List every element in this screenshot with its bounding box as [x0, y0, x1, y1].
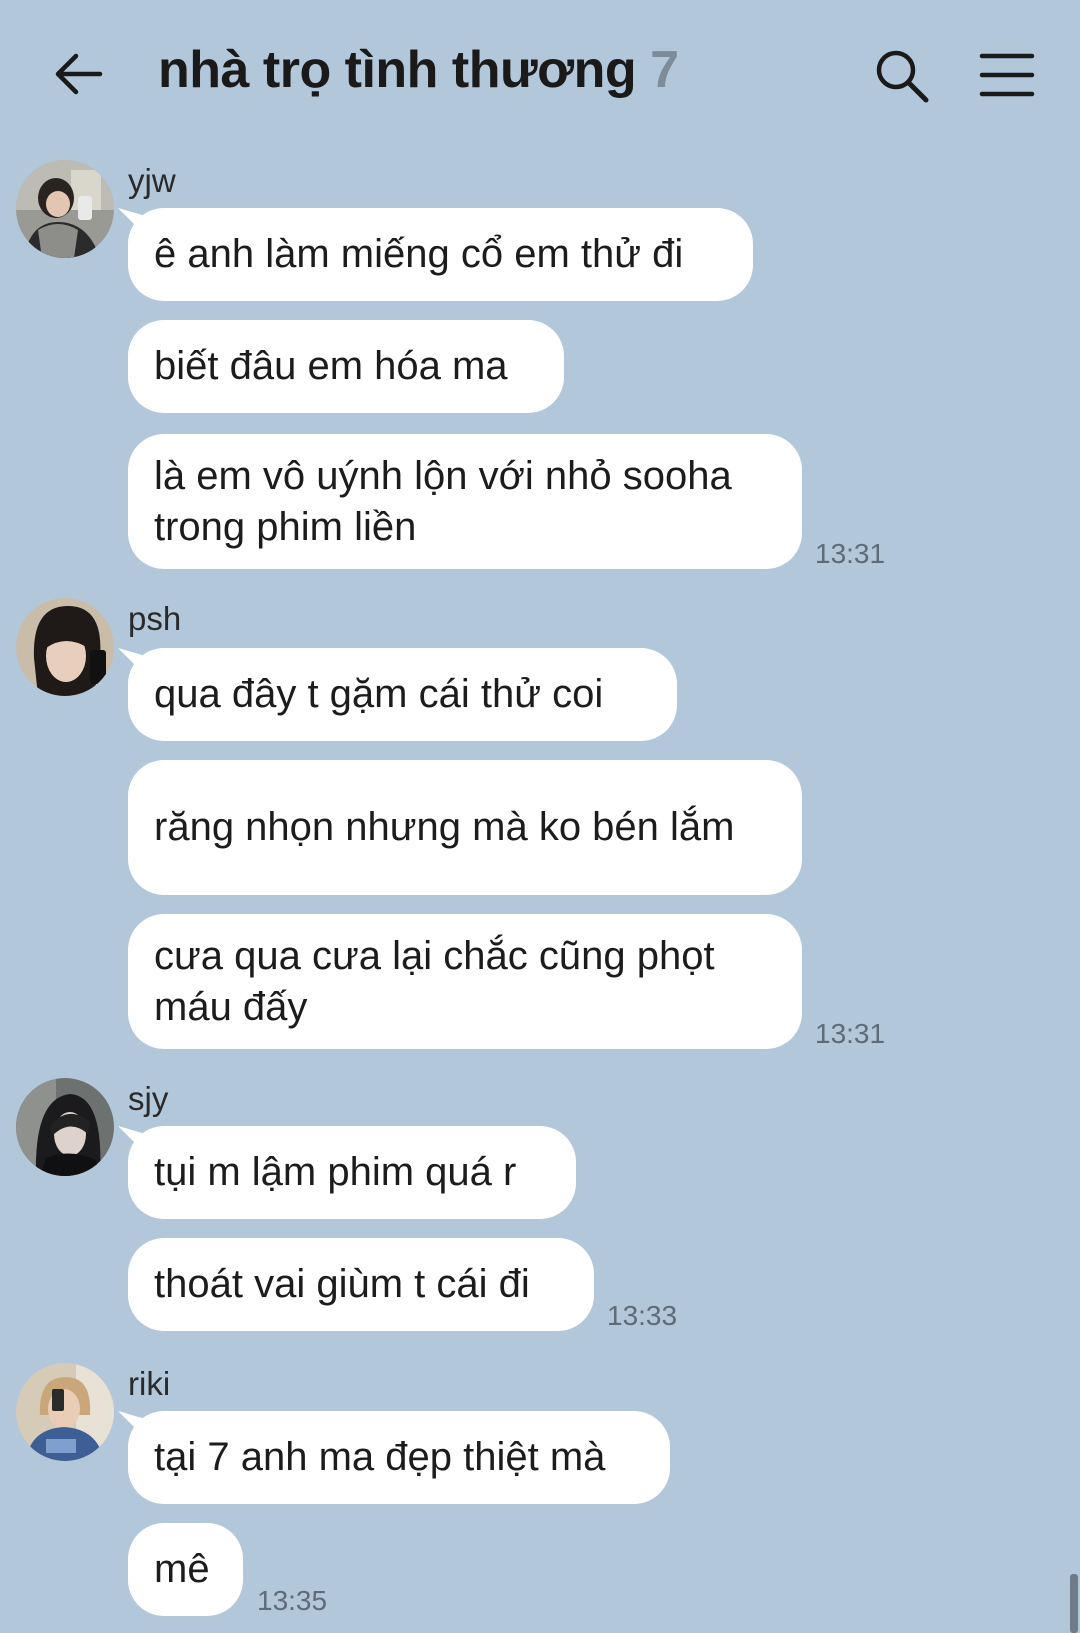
message-timestamp: 13:33 — [607, 1300, 678, 1331]
sender-name: sjy — [128, 1080, 169, 1117]
message-bubble[interactable]: là em vô uýnh lộn với nhỏ sooha trong ph… — [128, 434, 802, 569]
search-icon — [876, 50, 929, 103]
message-text: mê — [154, 1547, 210, 1591]
message-text: tụi m lậm phim quá r — [154, 1150, 517, 1194]
sender-name: yjw — [128, 162, 176, 199]
chat-title: nhà trọ tình thương 7 — [158, 40, 679, 100]
hamburger-menu-icon — [979, 53, 1035, 97]
message-text: cưa qua cưa lại chắc cũng phọt máu đấy — [154, 933, 715, 1029]
message-timestamp: 13:31 — [815, 538, 886, 569]
message-bubble[interactable]: ê anh làm miếng cổ em thử đi — [128, 208, 753, 301]
message-bubble[interactable]: cưa qua cưa lại chắc cũng phọt máu đấy — [128, 914, 802, 1049]
member-count: 7 — [650, 41, 679, 99]
message-timestamp: 13:35 — [257, 1585, 328, 1616]
message-text: qua đây t gặm cái thử coi — [154, 672, 604, 716]
message-bubble[interactable]: thoát vai giùm t cái đi — [128, 1238, 594, 1331]
avatar-sjy[interactable] — [16, 1078, 114, 1176]
message-text: biết đâu em hóa ma — [154, 344, 508, 388]
message-bubble[interactable]: qua đây t gặm cái thử coi — [128, 648, 677, 741]
sender-name: psh — [128, 600, 182, 637]
avatar-yjw[interactable] — [16, 160, 114, 258]
search-button[interactable] — [874, 48, 930, 104]
message-timestamp: 13:31 — [815, 1018, 886, 1049]
arrow-left-icon — [55, 53, 103, 95]
back-button[interactable] — [50, 48, 106, 100]
message-bubble[interactable]: răng nhọn nhưng mà ko bén lắm — [128, 760, 802, 895]
message-bubble[interactable]: biết đâu em hóa ma — [128, 320, 564, 413]
message-bubble[interactable]: tại 7 anh ma đẹp thiệt mà — [128, 1411, 670, 1504]
message-text: răng nhọn nhưng mà ko bén lắm — [154, 805, 735, 849]
message-text: thoát vai giùm t cái đi — [154, 1262, 530, 1306]
avatar-riki[interactable] — [16, 1363, 114, 1461]
message-bubble[interactable]: mê — [128, 1523, 243, 1616]
user-photo-avatar — [16, 1078, 114, 1176]
user-photo-avatar — [16, 160, 114, 258]
user-photo-avatar — [16, 598, 114, 696]
group-name: nhà trọ tình thương — [158, 41, 637, 99]
message-text: là em vô uýnh lộn với nhỏ sooha trong ph… — [154, 453, 732, 549]
menu-button[interactable] — [978, 50, 1036, 100]
chat-header: nhà trọ tình thương 7 — [0, 0, 1080, 150]
message-bubble[interactable]: tụi m lậm phim quá r — [128, 1126, 576, 1219]
scrollbar[interactable] — [1070, 1574, 1078, 1633]
avatar-psh[interactable] — [16, 598, 114, 696]
message-text: tại 7 anh ma đẹp thiệt mà — [154, 1435, 606, 1479]
user-photo-avatar — [16, 1363, 114, 1461]
sender-name: riki — [128, 1365, 171, 1402]
message-text: ê anh làm miếng cổ em thử đi — [154, 232, 684, 276]
